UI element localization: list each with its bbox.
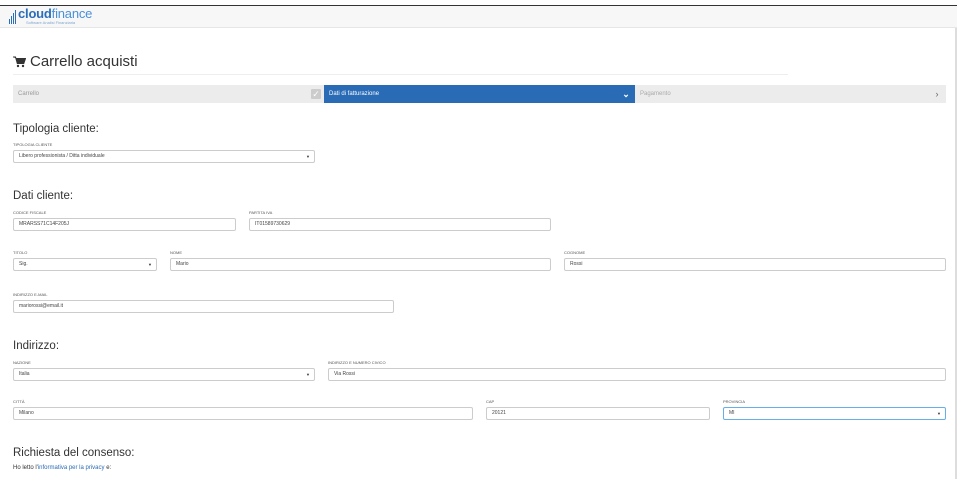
cap-field[interactable]: 20121 xyxy=(486,407,710,420)
titolo-label: TITOLO xyxy=(13,250,28,255)
section-heading-dati-cliente: Dati cliente: xyxy=(13,190,74,202)
caret-down-icon: ▼ xyxy=(148,262,152,267)
step-dati-fatturazione[interactable]: Dati di fatturazione ⌄ xyxy=(324,85,635,103)
citta-field[interactable]: Milano xyxy=(13,407,473,420)
nazione-select[interactable]: Italia ▼ xyxy=(13,368,315,381)
citta-label: CITTÀ xyxy=(13,399,25,404)
checkout-steps: Carrello ✓ Dati di fatturazione ⌄ Pagame… xyxy=(13,85,946,103)
cart-icon xyxy=(13,56,26,67)
codice-fiscale-field[interactable]: MRARSS71C14F205J xyxy=(13,218,236,231)
section-heading-consenso: Richiesta del consenso: xyxy=(13,447,135,459)
privacy-link[interactable]: informativa per la privacy xyxy=(38,465,105,471)
tipologia-select[interactable]: Libero professionista / Ditta individual… xyxy=(13,150,315,163)
header-bar: cloudfinance Software Analisi Finanziari… xyxy=(0,6,957,28)
nome-label: NOME xyxy=(170,250,182,255)
indirizzo-civico-field[interactable]: Via Rossi xyxy=(328,368,946,381)
email-field[interactable]: mariorossi@email.it xyxy=(13,300,394,313)
cap-label: CAP xyxy=(486,399,495,404)
cognome-field[interactable]: Rossi xyxy=(564,258,946,271)
caret-down-icon: ▼ xyxy=(306,154,310,159)
page-title: Carrello acquisti xyxy=(30,53,138,70)
provincia-label: PROVINCIA xyxy=(723,399,746,404)
page-header: Carrello acquisti xyxy=(13,53,788,75)
step-label: Pagamento xyxy=(640,91,671,97)
chevron-right-icon: › xyxy=(935,89,939,99)
tipologia-value: Libero professionista / Ditta individual… xyxy=(19,153,105,159)
section-heading-tipologia: Tipologia cliente: xyxy=(13,123,99,135)
step-carrello[interactable]: Carrello ✓ xyxy=(13,85,324,103)
indirizzo-civico-label: INDIRIZZO E NUMERO CIVICO xyxy=(328,360,386,365)
brand-name: cloudfinance xyxy=(18,6,93,21)
codice-fiscale-label: CODICE FISCALE xyxy=(13,210,47,215)
nazione-value: Italia xyxy=(19,371,30,377)
check-icon: ✓ xyxy=(311,89,321,99)
step-label: Dati di fatturazione xyxy=(329,91,380,97)
privacy-text-after: e: xyxy=(104,465,112,471)
caret-down-icon: ▼ xyxy=(306,372,310,377)
partita-iva-field[interactable]: IT01589730629 xyxy=(249,218,551,231)
brand-logo[interactable]: cloudfinance Software Analisi Finanziari… xyxy=(9,7,92,27)
chevron-down-icon: ⌄ xyxy=(622,89,630,99)
privacy-statement: Ho letto l'informativa per la privacy e: xyxy=(13,465,111,471)
partita-iva-label: PARTITA IVA xyxy=(249,210,273,215)
provincia-select[interactable]: MI ▼ xyxy=(723,407,946,420)
titolo-select[interactable]: Sig. ▼ xyxy=(13,258,157,271)
titolo-value: Sig. xyxy=(19,261,28,267)
nome-field[interactable]: Mario xyxy=(170,258,551,271)
email-label: INDIRIZZO E-MAIL xyxy=(13,292,48,297)
nazione-label: NAZIONE xyxy=(13,360,31,365)
logo-bars-icon xyxy=(9,10,16,24)
step-label: Carrello xyxy=(18,91,40,97)
section-heading-indirizzo: Indirizzo: xyxy=(13,340,60,352)
cognome-label: COGNOME xyxy=(564,250,586,255)
caret-down-icon: ▼ xyxy=(937,411,941,416)
privacy-text-before: Ho letto l' xyxy=(13,465,38,471)
provincia-value: MI xyxy=(729,410,735,416)
tipologia-label: TIPOLOGIA CLIENTE xyxy=(13,142,53,147)
step-pagamento[interactable]: Pagamento › xyxy=(635,85,946,103)
brand-tagline: Software Analisi Finanziaria xyxy=(26,20,76,25)
